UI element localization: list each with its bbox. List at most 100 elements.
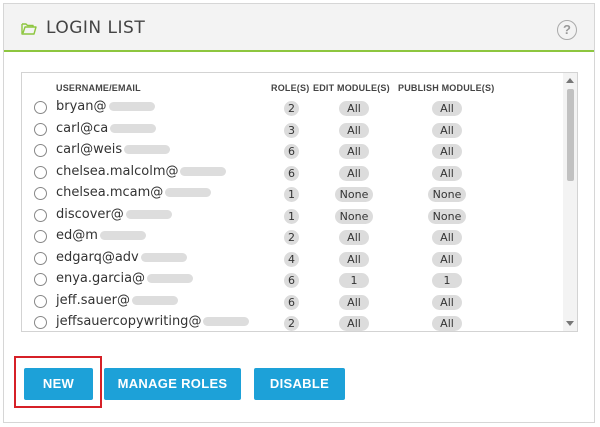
scroll-thumb[interactable]	[567, 89, 574, 181]
row-email: jeff.sauer@	[56, 292, 179, 308]
scroll-up-icon[interactable]	[566, 78, 574, 83]
manage-roles-button[interactable]: MANAGE ROLES	[104, 368, 241, 400]
row-publish-badge: All	[432, 122, 462, 138]
table-row[interactable]: jeff.sauer@ 6 All All	[22, 292, 562, 313]
row-publish-badge: All	[432, 165, 462, 181]
scroll-down-icon[interactable]	[566, 321, 574, 326]
row-email: edgarq@adv	[56, 250, 187, 265]
row-roles-badge: 3	[284, 122, 299, 138]
redacted-text	[132, 295, 179, 305]
row-edit-badge: All	[339, 144, 369, 159]
row-publish-badge: All	[432, 294, 462, 310]
row-radio[interactable]	[34, 316, 47, 329]
column-header-roles: ROLE(S)	[271, 83, 310, 93]
table-row[interactable]: jeffsauercopywriting@ 2 All All	[22, 313, 562, 331]
row-radio[interactable]	[34, 144, 47, 157]
row-email-text: chelsea.malcolm@	[56, 163, 179, 179]
row-publish-badge: All	[432, 101, 462, 116]
table-row[interactable]: edgarq@adv 4 All All	[22, 249, 562, 270]
redacted-text	[110, 123, 157, 133]
row-roles-badge: 6	[284, 144, 299, 159]
redacted-text	[140, 252, 187, 262]
row-edit-badge: All	[339, 122, 369, 138]
row-email-text: carl@weis	[56, 142, 123, 157]
row-publish-badge: None	[428, 187, 466, 202]
row-email-text: discover@	[56, 206, 124, 222]
row-roles-badge: 4	[284, 251, 299, 267]
column-header-edit-modules: EDIT MODULE(S)	[313, 83, 390, 93]
panel-title: LOGIN LIST	[46, 18, 146, 38]
row-radio[interactable]	[34, 101, 47, 114]
column-header-username: USERNAME/EMAIL	[56, 83, 141, 93]
disable-button[interactable]: DISABLE	[254, 368, 345, 400]
redacted-text	[108, 102, 155, 111]
row-publish-badge: All	[432, 316, 462, 331]
redacted-text	[99, 231, 146, 240]
row-roles-badge: 1	[284, 187, 299, 202]
row-roles-badge: 2	[284, 230, 299, 245]
row-email-text: chelsea.mcam@	[56, 185, 164, 200]
row-radio[interactable]	[34, 251, 47, 265]
list-scrollbar[interactable]	[563, 73, 577, 331]
panel-header: LOGIN LIST ?	[4, 4, 594, 52]
table-row[interactable]: ed@m 2 All All	[22, 227, 562, 248]
help-icon[interactable]: ?	[557, 20, 577, 40]
row-edit-badge: 1	[339, 273, 369, 288]
row-roles-badge: 6	[284, 294, 299, 310]
table-row[interactable]: carl@ca 3 All All	[22, 120, 562, 141]
row-email: jeffsauercopywriting@	[56, 314, 250, 329]
row-radio[interactable]	[34, 122, 47, 136]
row-roles-badge: 2	[284, 101, 299, 116]
row-radio[interactable]	[34, 294, 47, 308]
row-edit-badge: All	[339, 294, 369, 310]
redacted-text	[180, 166, 227, 176]
row-edit-badge: All	[339, 251, 369, 267]
row-email: enya.garcia@	[56, 271, 194, 286]
row-publish-badge: All	[432, 144, 462, 159]
table-row[interactable]: bryan@ 2 All All	[22, 98, 562, 119]
row-email: bryan@	[56, 99, 155, 114]
table-row[interactable]: enya.garcia@ 6 1 1	[22, 270, 562, 291]
row-radio[interactable]	[34, 165, 47, 179]
redacted-text	[124, 145, 171, 154]
login-list: USERNAME/EMAIL ROLE(S) EDIT MODULE(S) PU…	[21, 72, 578, 332]
row-email-text: bryan@	[56, 99, 107, 114]
row-email-text: carl@ca	[56, 120, 109, 136]
row-radio[interactable]	[34, 273, 47, 286]
table-row[interactable]: chelsea.malcolm@ 6 All All	[22, 163, 562, 184]
column-header-publish-modules: PUBLISH MODULE(S)	[398, 83, 495, 93]
row-radio[interactable]	[34, 187, 47, 200]
row-email: ed@m	[56, 228, 146, 243]
row-radio[interactable]	[34, 208, 47, 222]
row-email-text: jeffsauercopywriting@	[56, 314, 202, 329]
table-row[interactable]: discover@ 1 None None	[22, 206, 562, 227]
row-edit-badge: All	[339, 230, 369, 245]
row-roles-badge: 1	[284, 208, 299, 224]
row-email: chelsea.malcolm@	[56, 163, 227, 179]
redacted-text	[125, 209, 172, 219]
redacted-text	[147, 274, 194, 283]
row-email-text: jeff.sauer@	[56, 292, 131, 308]
row-roles-badge: 6	[284, 273, 299, 288]
new-button[interactable]: NEW	[24, 368, 93, 400]
row-email-text: enya.garcia@	[56, 271, 146, 286]
row-edit-badge: None	[335, 187, 373, 202]
row-email: chelsea.mcam@	[56, 185, 212, 200]
row-publish-badge: 1	[432, 273, 462, 288]
row-email: carl@ca	[56, 120, 157, 136]
row-publish-badge: All	[432, 251, 462, 267]
row-publish-badge: All	[432, 230, 462, 245]
row-edit-badge: All	[339, 165, 369, 181]
row-edit-badge: All	[339, 101, 369, 116]
table-row[interactable]: carl@weis 6 All All	[22, 141, 562, 162]
row-edit-badge: None	[335, 208, 373, 224]
row-radio[interactable]	[34, 230, 47, 243]
login-list-panel: LOGIN LIST ? USERNAME/EMAIL ROLE(S) EDIT…	[3, 3, 595, 423]
row-roles-badge: 6	[284, 165, 299, 181]
table-row[interactable]: chelsea.mcam@ 1 None None	[22, 184, 562, 205]
row-publish-badge: None	[428, 208, 466, 224]
row-email: discover@	[56, 207, 172, 222]
row-email: carl@weis	[56, 142, 171, 157]
redacted-text	[203, 317, 250, 326]
row-email-text: edgarq@adv	[56, 249, 139, 265]
